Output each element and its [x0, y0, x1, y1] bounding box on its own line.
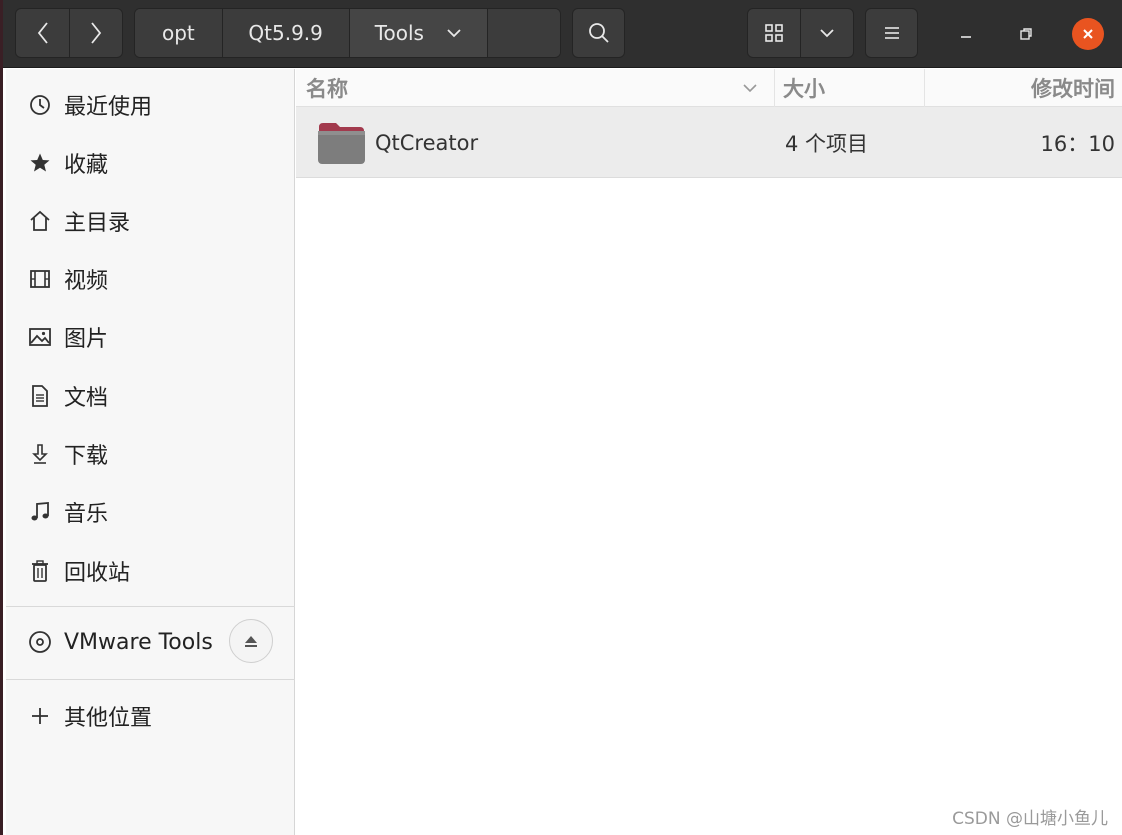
file-manager-window: opt Qt5.9.9 Tools 最近使用 收藏 主目录 视频 图片 文档 下… — [0, 0, 1122, 835]
search-button[interactable] — [572, 8, 625, 58]
grid-view-button[interactable] — [747, 8, 801, 58]
close-button[interactable] — [1072, 18, 1104, 50]
document-icon — [26, 382, 54, 410]
trash-icon — [26, 557, 54, 585]
sidebar-item-documents[interactable]: 文档 — [6, 368, 295, 424]
sidebar-item-music[interactable]: 音乐 — [6, 484, 295, 540]
video-icon — [26, 265, 54, 293]
sidebar: 最近使用 收藏 主目录 视频 图片 文档 下载 音乐 回收站 VMware To… — [6, 69, 295, 835]
home-icon — [26, 207, 54, 235]
sidebar-item-label: 其他位置 — [64, 706, 153, 731]
column-header: 名称 大小 修改时间 — [296, 69, 1122, 107]
sidebar-item-recent[interactable]: 最近使用 — [6, 77, 295, 133]
restore-icon — [1020, 28, 1032, 40]
file-size: 4 个项目 — [785, 131, 869, 156]
sidebar-item-label: VMware Tools — [64, 629, 213, 655]
header-bar: opt Qt5.9.9 Tools — [3, 0, 1122, 68]
sidebar-item-label: 下载 — [64, 444, 109, 469]
view-options-button[interactable] — [800, 8, 854, 58]
download-icon — [26, 440, 54, 468]
breadcrumb-opt[interactable]: opt — [135, 9, 223, 57]
sidebar-item-label: 主目录 — [64, 211, 131, 236]
column-size-header[interactable]: 大小 — [774, 69, 924, 107]
file-name: QtCreator — [375, 130, 479, 155]
sidebar-item-other-locations[interactable]: 其他位置 — [6, 688, 295, 744]
sidebar-divider — [6, 606, 295, 607]
search-icon — [588, 23, 609, 43]
star-icon — [26, 149, 54, 177]
sort-chevron-down-icon[interactable] — [740, 78, 760, 98]
breadcrumb-empty-slot[interactable] — [488, 9, 560, 57]
disc-icon — [26, 628, 54, 656]
menu-button[interactable] — [865, 8, 918, 58]
forward-button[interactable] — [69, 8, 123, 58]
eject-button[interactable] — [229, 619, 273, 663]
recent-icon — [26, 91, 54, 119]
chevron-right-icon — [91, 22, 102, 44]
folder-icon — [318, 123, 365, 164]
grid-icon — [765, 24, 783, 42]
sidebar-item-label: 视频 — [64, 269, 109, 294]
sidebar-item-label: 文档 — [64, 386, 109, 411]
chevron-down-icon — [447, 29, 461, 38]
maximize-button[interactable] — [1010, 18, 1042, 50]
eject-icon — [245, 636, 257, 647]
file-list-view: 名称 大小 修改时间 QtCreator 4 个项目 16：10 — [296, 69, 1122, 835]
hamburger-icon — [884, 27, 899, 39]
table-row[interactable]: QtCreator 4 个项目 16：10 — [296, 107, 1122, 178]
minimize-button[interactable] — [950, 18, 982, 50]
breadcrumb-qt599[interactable]: Qt5.9.9 — [222, 9, 350, 57]
close-icon — [1083, 29, 1093, 39]
sidebar-item-pictures[interactable]: 图片 — [6, 309, 295, 365]
sidebar-divider — [6, 679, 295, 680]
file-modified: 16：10 — [1040, 131, 1115, 156]
music-icon — [26, 498, 54, 526]
back-button[interactable] — [15, 8, 70, 58]
sidebar-item-label: 最近使用 — [64, 95, 153, 120]
watermark: CSDN @山塘小鱼儿 — [952, 809, 1108, 829]
column-name-header[interactable]: 名称 — [306, 69, 772, 107]
sidebar-item-videos[interactable]: 视频 — [6, 251, 295, 307]
chevron-left-icon — [37, 22, 48, 44]
chevron-down-icon — [820, 29, 834, 38]
plus-icon — [26, 702, 54, 730]
minimize-icon — [961, 36, 971, 38]
sidebar-item-label: 图片 — [64, 327, 109, 352]
sidebar-item-starred[interactable]: 收藏 — [6, 135, 295, 191]
sidebar-item-vmware-tools[interactable]: VMware Tools — [6, 614, 295, 670]
path-bar: opt Qt5.9.9 Tools — [134, 8, 561, 58]
sidebar-item-label: 收藏 — [64, 153, 109, 178]
sidebar-item-label: 回收站 — [64, 561, 131, 586]
sidebar-item-trash[interactable]: 回收站 — [6, 543, 295, 599]
sidebar-item-label: 音乐 — [64, 502, 109, 527]
sidebar-item-home[interactable]: 主目录 — [6, 193, 295, 249]
picture-icon — [26, 323, 54, 351]
sidebar-item-downloads[interactable]: 下载 — [6, 426, 295, 482]
column-modified-header[interactable]: 修改时间 — [924, 69, 1122, 107]
breadcrumb-tools[interactable]: Tools — [349, 9, 489, 57]
